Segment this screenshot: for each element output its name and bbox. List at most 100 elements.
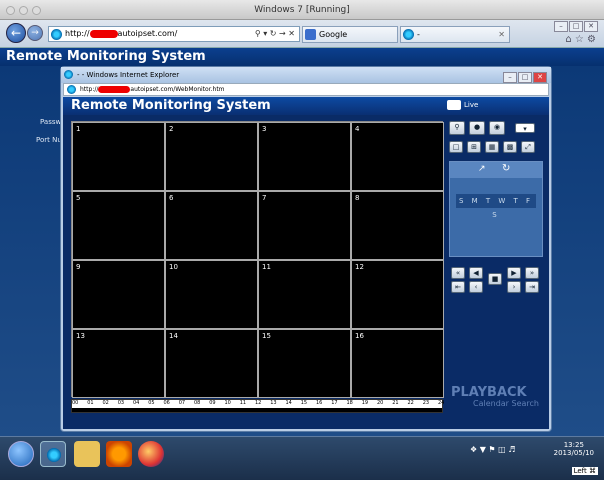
zoom-dot-icon[interactable] — [32, 6, 41, 15]
step-forward-icon[interactable]: › — [507, 281, 521, 293]
maximize-icon[interactable]: □ — [518, 72, 532, 83]
cell-number: 15 — [262, 332, 271, 340]
calendar-panel: ↗ ↻ S M T W T F S — [449, 161, 543, 257]
ie-icon — [67, 85, 76, 94]
timeline-tick: 11 — [239, 400, 247, 406]
cell-number: 7 — [262, 194, 267, 202]
calendar-search-link[interactable]: Calendar Search — [473, 399, 539, 408]
cell-number: 1 — [76, 125, 81, 133]
forward-arrow-icon[interactable]: → — [27, 25, 43, 41]
camera-cell[interactable]: 3 — [258, 122, 351, 191]
tab-active[interactable]: - ✕ — [400, 26, 510, 43]
timeline-tick: 19 — [361, 400, 369, 406]
camera-cell[interactable]: 5 — [72, 191, 165, 260]
tab-active-label: - — [417, 30, 420, 39]
media-icon[interactable] — [106, 441, 132, 467]
timeline-tick: 15 — [300, 400, 308, 406]
playback-title: PLAYBACK — [451, 385, 527, 400]
play-icon[interactable]: ▶ — [507, 267, 521, 279]
stop-icon[interactable]: ■ — [488, 273, 502, 285]
timeline-tick: 13 — [270, 400, 277, 406]
ie-icon[interactable] — [40, 441, 66, 467]
layout-9-icon[interactable]: ▦ — [485, 141, 499, 153]
cell-number: 12 — [355, 263, 364, 271]
camera-cell[interactable]: 8 — [351, 191, 444, 260]
fast-forward-icon[interactable]: » — [525, 267, 539, 279]
layout-16-icon[interactable]: ▩ — [503, 141, 517, 153]
calendar-days: S M T W T F S — [456, 194, 536, 219]
camera-cell[interactable]: 2 — [165, 122, 258, 191]
maximize-icon[interactable]: □ — [569, 21, 583, 32]
timeline-tick: 24 — [438, 400, 445, 406]
clock-date: 2013/05/10 — [553, 449, 594, 457]
timeline-tick: 03 — [117, 400, 125, 406]
layout-4-icon[interactable]: ⊞ — [467, 141, 481, 153]
slow-icon[interactable]: ‹ — [469, 281, 483, 293]
window-controls: – □ ✕ — [553, 21, 598, 32]
rewind-icon[interactable]: « — [451, 267, 465, 279]
start-orb-icon[interactable] — [8, 441, 34, 467]
firefox-icon[interactable] — [138, 441, 164, 467]
refresh-circle-icon[interactable]: ↻ — [502, 163, 510, 174]
cell-number: 13 — [76, 332, 85, 340]
search-icon[interactable]: ⚲ ▾ ↻ → ✕ — [255, 27, 295, 41]
live-button[interactable]: Live — [447, 100, 478, 110]
camera-icon[interactable]: ◉ — [489, 121, 505, 135]
address-bar[interactable]: http:// autoipset.com/ ⚲ ▾ ↻ → ✕ — [48, 26, 300, 42]
timeline-tick: 12 — [255, 400, 262, 406]
channel-select[interactable]: ▾ — [515, 123, 535, 133]
ie-icon — [51, 29, 62, 40]
first-frame-icon[interactable]: ⇤ — [451, 281, 465, 293]
record-icon[interactable]: ● — [469, 121, 485, 135]
camera-cell[interactable]: 7 — [258, 191, 351, 260]
clock[interactable]: 13:25 2013/05/10 — [554, 441, 594, 457]
cell-number: 4 — [355, 125, 360, 133]
minimize-dot-icon[interactable] — [19, 6, 28, 15]
camera-cell[interactable]: 4 — [351, 122, 444, 191]
timeline-tick: 02 — [102, 400, 109, 406]
timeline-tick: 17 — [331, 400, 338, 406]
home-star-gear-icons[interactable]: ⌂ ☆ ⚙ — [565, 34, 596, 45]
ie-icon — [64, 70, 73, 79]
back-arrow-icon[interactable]: ← — [6, 23, 26, 43]
layout-1-icon[interactable]: □ — [449, 141, 463, 153]
arrow-icon[interactable]: ↗ — [478, 164, 486, 174]
timeline-tick: 05 — [148, 400, 155, 406]
camera-cell[interactable]: 11 — [258, 260, 351, 329]
camera-cell[interactable]: 15 — [258, 329, 351, 398]
close-dot-icon[interactable] — [6, 6, 15, 15]
tab-google[interactable]: Google — [302, 26, 398, 43]
timeline-bar[interactable] — [72, 408, 442, 412]
close-icon[interactable]: ✕ — [584, 21, 598, 32]
minimize-icon[interactable]: – — [554, 21, 568, 32]
camera-cell[interactable]: 10 — [165, 260, 258, 329]
camera-cell[interactable]: 14 — [165, 329, 258, 398]
timeline-tick: 07 — [178, 400, 186, 406]
timeline-tick: 22 — [407, 400, 414, 406]
timeline-tick: 14 — [285, 400, 292, 406]
vm-window-titlebar: Windows 7 [Running] — [0, 0, 604, 20]
explorer-icon[interactable] — [74, 441, 100, 467]
camera-cell[interactable]: 6 — [165, 191, 258, 260]
step-back-icon[interactable]: ◀ — [469, 267, 483, 279]
camera-cell[interactable]: 13 — [72, 329, 165, 398]
timeline-tick: 09 — [209, 400, 216, 406]
camera-cell[interactable]: 9 — [72, 260, 165, 329]
redacted-mark — [98, 86, 131, 93]
live-label: Live — [464, 101, 479, 109]
tab-google-label: Google — [319, 30, 348, 39]
minimize-icon[interactable]: – — [503, 72, 517, 83]
tray-icons[interactable]: ❖ ▼ ⚑ ◫ ♬ — [470, 445, 515, 454]
camera-cell[interactable]: 12 — [351, 260, 444, 329]
popup-address-bar[interactable]: http:// autoipset.com/WebMonitor.htm — [63, 83, 549, 96]
camera-cell[interactable]: 1 — [72, 122, 165, 191]
timeline[interactable]: 00 01 02 03 04 05 06 07 08 09 10 11 12 13 14 15 16 17 18 19… — [71, 399, 445, 413]
camera-cell[interactable]: 16 — [351, 329, 444, 398]
zoom-icon[interactable]: ⚲ — [449, 121, 465, 135]
cell-number: 9 — [76, 263, 81, 271]
close-icon[interactable]: ✕ — [533, 72, 547, 83]
last-frame-icon[interactable]: ⇥ — [525, 281, 539, 293]
fullscreen-icon[interactable]: ⤢ — [521, 141, 535, 153]
close-icon[interactable]: ✕ — [498, 27, 505, 42]
monitor-app: Remote Monitoring System Live 1 2 3 4 5 … — [63, 97, 549, 429]
